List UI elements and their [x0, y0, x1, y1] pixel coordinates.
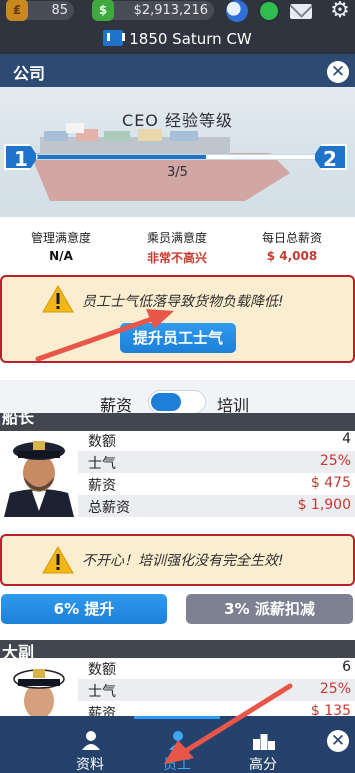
- panel-title: 公司: [13, 64, 46, 83]
- ship-name: 1850 Saturn CW: [129, 30, 252, 48]
- stat-row-label: 薪资: [88, 706, 116, 716]
- stat-row: 数额 4: [78, 429, 355, 451]
- panel-close-button[interactable]: ✕: [327, 61, 349, 83]
- first-mate-section-header: 大副: [0, 640, 355, 662]
- gear-icon[interactable]: ⚙: [328, 0, 352, 24]
- stat-row-label: 总薪资: [88, 500, 130, 516]
- captain-portrait: [0, 431, 78, 517]
- stat-label: 管理满意度: [30, 231, 91, 245]
- podium-icon: [253, 734, 275, 750]
- ceo-progress-text: 3/5: [167, 165, 188, 180]
- top-resource-bar: ₤ 85 $ $2,913,216 ⚙: [0, 0, 355, 28]
- gold-amount: 85: [51, 3, 68, 18]
- training-warning-box: 不开心！培训强化没有完全生效!: [0, 534, 355, 586]
- first-mate-portrait: [0, 659, 78, 716]
- stat-row-value: 4: [342, 431, 351, 447]
- stat-row-label: 数额: [88, 434, 116, 450]
- captain-avatar: [0, 431, 78, 517]
- close-icon: ✕: [330, 62, 346, 82]
- stat-management: 管理满意度 N/A: [2, 229, 120, 263]
- tab-label: 员工: [163, 757, 191, 773]
- captain-title: 船长: [2, 413, 35, 427]
- panel-header: 公司: [0, 54, 355, 87]
- stat-value: 非常不高兴: [146, 251, 207, 265]
- gold-icon: ₤: [6, 0, 28, 21]
- ceo-progress-fill: [33, 155, 206, 159]
- tab-staff[interactable]: 员工: [137, 716, 217, 773]
- mail-icon[interactable]: [290, 4, 312, 19]
- wage-cut-button[interactable]: 3% 派薪扣减: [186, 594, 353, 624]
- stat-row-label: 薪资: [88, 478, 116, 494]
- stat-row-value: 25%: [319, 681, 351, 697]
- stat-row: 总薪资 $ 1,900: [78, 495, 355, 517]
- stat-row-value: $ 475: [310, 475, 351, 491]
- tab-label: 资料: [76, 757, 104, 773]
- cash-icon: $: [92, 0, 114, 21]
- stat-row-value: 25%: [319, 453, 351, 469]
- stat-label: 乘员满意度: [146, 231, 207, 245]
- gold-counter[interactable]: ₤ 85: [6, 0, 74, 21]
- stat-row-label: 士气: [88, 456, 116, 472]
- ship-name-bar[interactable]: 1850 Saturn CW: [0, 28, 355, 52]
- close-icon[interactable]: ✕: [327, 730, 349, 752]
- switch-knob: [151, 393, 181, 411]
- satisfaction-stats: 管理满意度 N/A 乘员满意度 非常不高兴 每日总薪资 $ 4,008: [0, 229, 355, 269]
- person-icon: [82, 731, 100, 750]
- stat-row-value: $ 1,900: [297, 497, 351, 513]
- stat-row-value: $ 135: [310, 703, 351, 716]
- stat-row-label: 士气: [88, 684, 116, 700]
- stat-daily-wage: 每日总薪资 $ 4,008: [233, 229, 351, 263]
- warning-icon: [42, 285, 74, 313]
- first-mate-avatar: [0, 659, 78, 716]
- cash-counter[interactable]: $ $2,913,216: [92, 0, 214, 21]
- morale-warning-text: 员工士气低落导致货物负载降低!: [82, 294, 284, 310]
- status-icon[interactable]: [258, 0, 280, 22]
- globe-icon[interactable]: [226, 0, 248, 22]
- boost-morale-button[interactable]: 提升员工士气: [120, 323, 236, 353]
- stat-row-label: 数额: [88, 662, 116, 678]
- stat-row: 薪资 $ 475: [78, 473, 355, 495]
- stat-crew: 乘员满意度 非常不高兴: [118, 229, 236, 266]
- crew-icon: [169, 731, 187, 750]
- stat-row: 薪资 $ 135: [78, 701, 355, 716]
- bottom-tab-bar: 资料 员工 高分 ✕: [0, 716, 355, 773]
- salary-training-switch[interactable]: [148, 390, 206, 414]
- stat-row: 士气 25%: [78, 451, 355, 473]
- tab-highscore[interactable]: 高分: [223, 716, 303, 773]
- training-warning-text: 不开心！培训强化没有完全生效!: [82, 553, 284, 569]
- ship-icon: [103, 30, 126, 46]
- ceo-level-title: CEO 经验等级: [122, 111, 233, 130]
- stat-value: N/A: [49, 249, 73, 263]
- stat-value: $ 4,008: [266, 249, 318, 263]
- ceo-level-banner: CEO 经验等级 1 2 3/5: [0, 87, 355, 217]
- warning-icon: [42, 546, 74, 574]
- stat-row: 士气 25%: [78, 679, 355, 701]
- stat-row: 数额 6: [78, 657, 355, 679]
- cash-amount: $2,913,216: [133, 3, 208, 18]
- tab-profile[interactable]: 资料: [50, 716, 130, 773]
- stat-row-value: 6: [342, 659, 351, 675]
- boost-percent-button[interactable]: 6% 提升: [1, 594, 167, 624]
- stat-label: 每日总薪资: [261, 231, 322, 245]
- ceo-progress-bar: [32, 154, 322, 160]
- company-panel-content: CEO 经验等级 1 2 3/5 管理满意度 N/A 乘员满意度 非常不高兴 每…: [0, 87, 355, 716]
- morale-warning-box: 员工士气低落导致货物负载降低! 提升员工士气: [0, 275, 355, 363]
- tab-label: 高分: [249, 757, 277, 773]
